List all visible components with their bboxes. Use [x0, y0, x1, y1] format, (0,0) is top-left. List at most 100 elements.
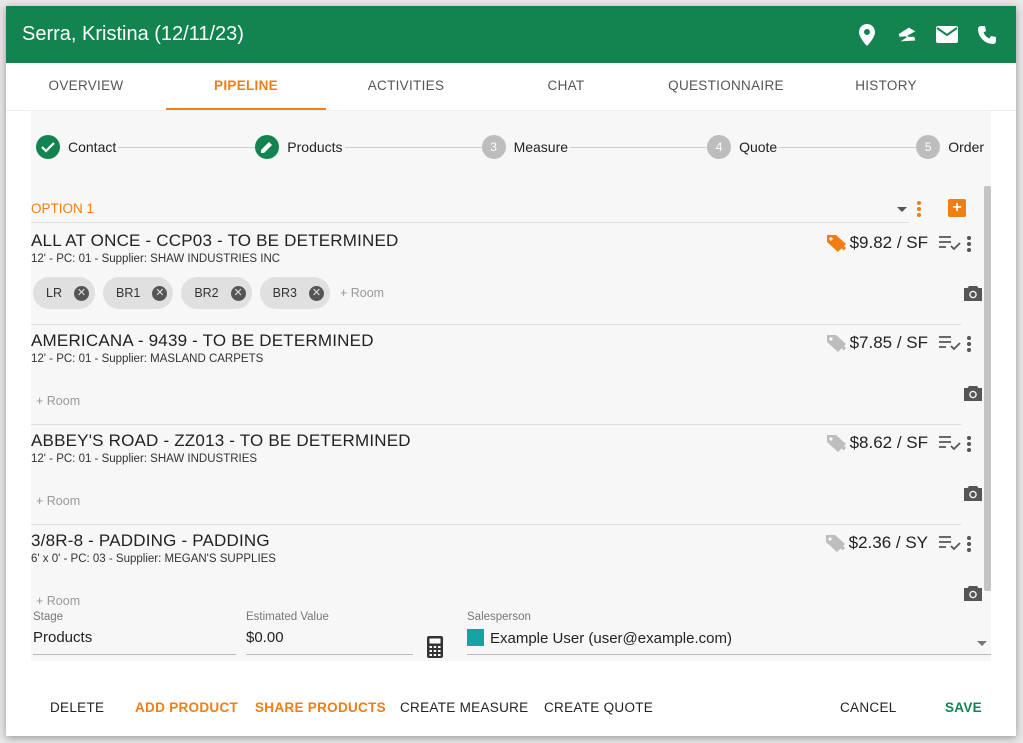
remove-icon[interactable]: ✕	[230, 285, 246, 301]
camera-icon[interactable]	[963, 585, 983, 607]
delete-button[interactable]: DELETE	[50, 700, 104, 715]
more-vert-icon[interactable]	[966, 435, 972, 458]
list-check-icon[interactable]	[939, 535, 961, 556]
price-tag-icon[interactable]	[826, 333, 848, 353]
salesperson-value: Example User (user@example.com)	[490, 630, 732, 647]
add-room-button[interactable]: + Room	[36, 394, 80, 408]
room-chip[interactable]: BR1 ✕	[102, 277, 174, 309]
more-vert-icon[interactable]	[966, 535, 972, 558]
option-select[interactable]: OPTION 1	[31, 199, 909, 223]
price-tag-icon[interactable]	[826, 233, 848, 253]
room-chip-label: BR2	[194, 286, 219, 300]
step-contact[interactable]: Contact	[36, 135, 119, 159]
step-connector	[118, 146, 256, 148]
add-room-button[interactable]: + Room	[36, 594, 80, 608]
list-check-icon[interactable]	[939, 435, 961, 456]
price-amount: $7.85 / SF	[849, 333, 928, 352]
room-chip[interactable]: BR3 ✕	[259, 277, 330, 309]
add-option-icon[interactable]: +	[948, 199, 966, 217]
room-chip[interactable]: LR ✕	[33, 277, 95, 309]
tab-history[interactable]: HISTORY	[806, 63, 966, 110]
phone-icon[interactable]	[976, 24, 998, 46]
product-price: $2.36 / SY	[825, 533, 928, 553]
step-label: Order	[948, 139, 985, 155]
product-item: AMERICANA - 9439 - TO BE DETERMINED 12' …	[31, 325, 982, 425]
pipeline-content: Contact Products 3 Measure 4 Quote 5 Ord…	[31, 111, 991, 661]
product-name: ALL AT ONCE - CCP03 - TO BE DETERMINED	[31, 231, 399, 250]
salesperson-label: Salesperson	[467, 611, 531, 623]
remove-icon[interactable]: ✕	[308, 285, 324, 301]
pipeline-stepper: Contact Products 3 Measure 4 Quote 5 Ord…	[31, 111, 991, 183]
product-item: 3/8R-8 - PADDING - PADDING 6' x 0' - PC:…	[31, 525, 982, 625]
email-icon[interactable]	[936, 24, 958, 46]
room-chip[interactable]: BR2 ✕	[181, 277, 252, 309]
step-label: Products	[287, 139, 343, 155]
remove-icon[interactable]: ✕	[152, 285, 168, 301]
dialog-actions: DELETE ADD PRODUCT SHARE PRODUCTS CREATE…	[6, 696, 1016, 726]
camera-icon[interactable]	[963, 485, 983, 507]
room-chips: LR ✕ BR1 ✕ BR2 ✕ BR3 ✕ + Room	[33, 277, 384, 309]
add-room-button[interactable]: + Room	[36, 494, 80, 508]
salesperson-field[interactable]: Salesperson Example User (user@example.c…	[467, 611, 991, 655]
share-products-button[interactable]: SHARE PRODUCTS	[255, 700, 386, 715]
remove-icon[interactable]: ✕	[73, 285, 89, 301]
tab-activities[interactable]: ACTIVITIES	[326, 63, 486, 110]
zillow-icon[interactable]	[896, 24, 918, 46]
step-label: Contact	[68, 139, 117, 155]
pencil-icon	[255, 135, 280, 159]
price-tag-icon[interactable]	[825, 533, 847, 553]
more-vert-icon[interactable]	[966, 235, 972, 258]
product-name: ABBEY'S ROAD - ZZ013 - TO BE DETERMINED	[31, 431, 411, 450]
add-room-button[interactable]: + Room	[340, 286, 384, 300]
pipeline-fields: Stage Products Estimated Value $0.00 Sal…	[31, 611, 991, 661]
step-products[interactable]: Products	[255, 135, 345, 159]
calculator-icon[interactable]	[427, 636, 443, 663]
pipeline-dialog: Serra, Kristina (12/11/23) OVERVIEW PIPE…	[6, 6, 1016, 736]
price-tag-icon[interactable]	[826, 433, 848, 453]
list-check-icon[interactable]	[939, 335, 961, 356]
more-vert-icon[interactable]	[966, 335, 972, 358]
product-details: 6' x 0' - PC: 03 - Supplier: MEGAN'S SUP…	[31, 553, 276, 565]
product-details: 12' - PC: 01 - Supplier: SHAW INDUSTRIES	[31, 453, 258, 465]
location-pin-icon[interactable]	[856, 23, 878, 46]
tab-pipeline[interactable]: PIPELINE	[166, 63, 326, 110]
camera-icon[interactable]	[963, 285, 983, 307]
product-price: $8.62 / SF	[826, 433, 928, 453]
scrollbar[interactable]	[984, 186, 991, 591]
save-button[interactable]: SAVE	[945, 700, 982, 715]
tab-bar: OVERVIEW PIPELINE ACTIVITIES CHAT QUESTI…	[6, 63, 1016, 111]
stage-field[interactable]: Stage Products	[33, 611, 236, 655]
step-label: Quote	[739, 139, 778, 155]
product-item: ABBEY'S ROAD - ZZ013 - TO BE DETERMINED …	[31, 425, 982, 525]
tab-overview[interactable]: OVERVIEW	[6, 63, 166, 110]
salesperson-select[interactable]: Example User (user@example.com)	[467, 629, 991, 655]
tab-chat[interactable]: CHAT	[486, 63, 646, 110]
stage-label: Stage	[33, 611, 64, 623]
tab-questionnaire[interactable]: QUESTIONNAIRE	[646, 63, 806, 110]
product-list: ALL AT ONCE - CCP03 - TO BE DETERMINED 1…	[31, 225, 982, 625]
step-measure[interactable]: 3 Measure	[481, 135, 571, 159]
product-details: 12' - PC: 01 - Supplier: MASLAND CARPETS	[31, 353, 264, 365]
camera-icon[interactable]	[963, 385, 983, 407]
price-amount: $8.62 / SF	[849, 433, 928, 452]
product-price: $9.82 / SF	[826, 233, 928, 253]
list-check-icon[interactable]	[939, 235, 961, 256]
create-measure-button[interactable]: CREATE MEASURE	[400, 700, 528, 715]
step-order[interactable]: 5 Order	[916, 135, 987, 159]
price-amount: $9.82 / SF	[849, 233, 928, 252]
room-chip-label: BR3	[272, 286, 297, 300]
create-quote-button[interactable]: CREATE QUOTE	[544, 700, 653, 715]
option-more-icon[interactable]	[916, 200, 922, 223]
product-item: ALL AT ONCE - CCP03 - TO BE DETERMINED 1…	[31, 225, 982, 325]
estimated-value-input[interactable]: $0.00	[246, 629, 413, 655]
dialog-header: Serra, Kristina (12/11/23)	[6, 6, 1016, 63]
add-product-button[interactable]: ADD PRODUCT	[135, 700, 238, 715]
cancel-button[interactable]: CANCEL	[840, 700, 897, 715]
step-connector	[779, 146, 917, 148]
step-quote[interactable]: 4 Quote	[707, 135, 780, 159]
room-chip-label: LR	[46, 286, 62, 300]
chevron-down-icon	[897, 207, 907, 212]
estimated-value-field[interactable]: Estimated Value $0.00	[246, 611, 413, 655]
chevron-down-icon[interactable]	[977, 641, 987, 646]
stage-value[interactable]: Products	[33, 629, 236, 655]
